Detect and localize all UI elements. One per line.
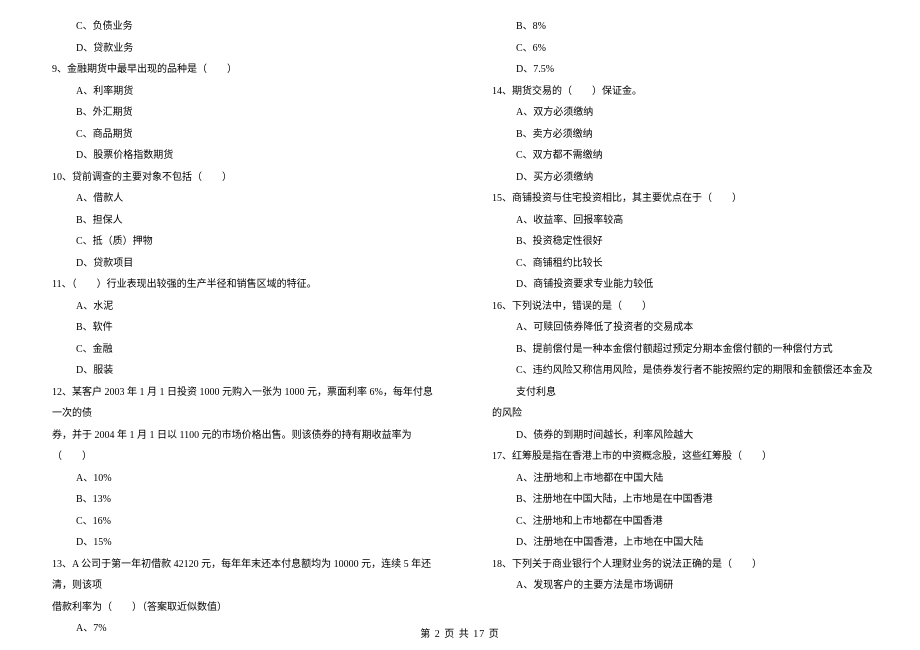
option-item: B、提前偿付是一种本金偿付额超过预定分期本金偿付额的一种偿付方式	[480, 339, 880, 361]
option-item: D、服装	[40, 360, 440, 382]
option-item: A、发现客户的主要方法是市场调研	[480, 575, 880, 597]
option-item: D、贷款业务	[40, 38, 440, 60]
question-15: 15、商铺投资与住宅投资相比，其主要优点在于（ ）	[480, 188, 880, 210]
option-item: B、卖方必须缴纳	[480, 124, 880, 146]
option-item: D、贷款项目	[40, 253, 440, 275]
option-item: D、注册地在中国香港，上市地在中国大陆	[480, 532, 880, 554]
left-column: C、负债业务 D、贷款业务 9、金融期货中最早出现的品种是（ ） A、利率期货 …	[40, 16, 440, 640]
right-column: B、8% C、6% D、7.5% 14、期货交易的（ ）保证金。 A、双方必须缴…	[480, 16, 880, 640]
question-13-line2: 借款利率为（ ）（答案取近似数值）	[40, 597, 440, 619]
option-item: A、可赎回债券降低了投资者的交易成本	[480, 317, 880, 339]
option-item: C、双方都不需缴纳	[480, 145, 880, 167]
option-item: C、商品期货	[40, 124, 440, 146]
option-item: A、利率期货	[40, 81, 440, 103]
option-item: A、双方必须缴纳	[480, 102, 880, 124]
option-item: A、借款人	[40, 188, 440, 210]
option-item: B、13%	[40, 489, 440, 511]
option-item: C、抵（质）押物	[40, 231, 440, 253]
question-11: 11、（ ）行业表现出较强的生产半径和销售区域的特征。	[40, 274, 440, 296]
option-item: B、软件	[40, 317, 440, 339]
question-16: 16、下列说法中，错误的是（ ）	[480, 296, 880, 318]
option-item: C、16%	[40, 511, 440, 533]
option-item: B、担保人	[40, 210, 440, 232]
option-item: B、8%	[480, 16, 880, 38]
option-item: D、股票价格指数期货	[40, 145, 440, 167]
option-item: D、15%	[40, 532, 440, 554]
question-10: 10、贷前调查的主要对象不包括（ ）	[40, 167, 440, 189]
question-17: 17、红筹股是指在香港上市的中资概念股，这些红筹股（ ）	[480, 446, 880, 468]
question-9: 9、金融期货中最早出现的品种是（ ）	[40, 59, 440, 81]
question-12-line1: 12、某客户 2003 年 1 月 1 日投资 1000 元购入一张为 1000…	[40, 382, 440, 425]
question-18: 18、下列关于商业银行个人理财业务的说法正确的是（ ）	[480, 554, 880, 576]
option-item: C、注册地和上市地都在中国香港	[480, 511, 880, 533]
option-item: A、收益率、回报率较高	[480, 210, 880, 232]
option-item: A、水泥	[40, 296, 440, 318]
question-13-line1: 13、A 公司于第一年初借款 42120 元，每年年末还本付息额均为 10000…	[40, 554, 440, 597]
page-columns: C、负债业务 D、贷款业务 9、金融期货中最早出现的品种是（ ） A、利率期货 …	[0, 0, 920, 640]
option-item: A、10%	[40, 468, 440, 490]
option-item: D、债券的到期时间越长，利率风险越大	[480, 425, 880, 447]
question-14: 14、期货交易的（ ）保证金。	[480, 81, 880, 103]
option-item: C、负债业务	[40, 16, 440, 38]
question-16-continuation: 的风险	[480, 403, 880, 425]
option-item: B、注册地在中国大陆，上市地是在中国香港	[480, 489, 880, 511]
option-item: D、商铺投资要求专业能力较低	[480, 274, 880, 296]
option-item: C、金融	[40, 339, 440, 361]
option-item: A、注册地和上市地都在中国大陆	[480, 468, 880, 490]
option-item: B、外汇期货	[40, 102, 440, 124]
question-12-line2: 券，并于 2004 年 1 月 1 日以 1100 元的市场价格出售。则该债券的…	[40, 425, 440, 468]
option-item: C、违约风险又称信用风险，是债券发行者不能按照约定的期限和金额偿还本金及支付利息	[480, 360, 880, 403]
option-item: C、6%	[480, 38, 880, 60]
option-item: C、商铺租约比较长	[480, 253, 880, 275]
page-footer: 第 2 页 共 17 页	[0, 625, 920, 640]
option-item: D、买方必须缴纳	[480, 167, 880, 189]
option-item: D、7.5%	[480, 59, 880, 81]
option-item: B、投资稳定性很好	[480, 231, 880, 253]
